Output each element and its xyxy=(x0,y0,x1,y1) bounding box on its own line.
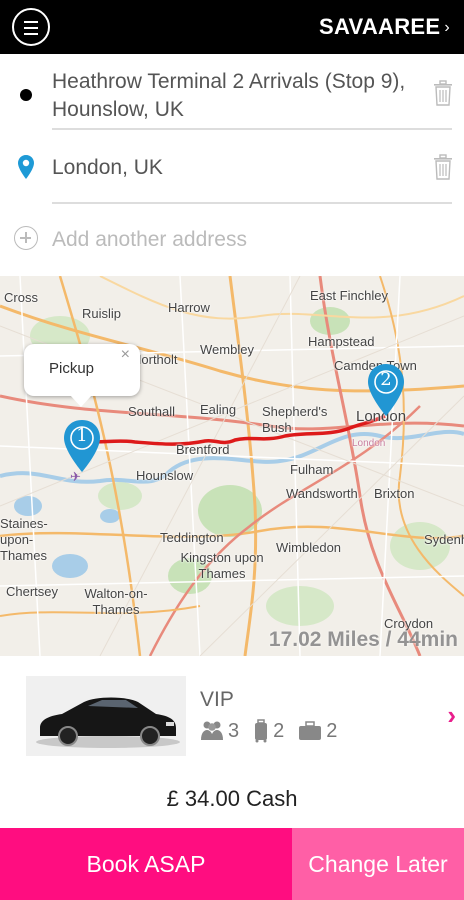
map-label: Staines-upon-Thames xyxy=(0,516,48,563)
pickup-popup: Pickup × xyxy=(24,344,140,407)
fare-price: £ 34.00 Cash xyxy=(166,786,298,811)
address-panel: Heathrow Terminal 2 Arrivals (Stop 9), H… xyxy=(0,54,464,276)
map-label: Wandsworth xyxy=(286,486,358,501)
change-later-button[interactable]: Change Later xyxy=(292,828,464,900)
map-label: Chertsey xyxy=(6,584,59,599)
close-icon[interactable]: × xyxy=(121,346,130,364)
map-label: Hounslow xyxy=(136,468,194,483)
brand-title: SAVAAREE xyxy=(318,14,441,39)
divider xyxy=(52,202,452,204)
passengers-icon xyxy=(201,721,223,740)
map-label: Ealing xyxy=(200,402,237,417)
delete-pickup-icon[interactable] xyxy=(432,80,454,106)
map-label: Teddington xyxy=(160,530,224,545)
book-asap-button[interactable]: Book ASAP xyxy=(0,828,292,900)
marker-number: 2 xyxy=(380,369,392,390)
map-label: Walton-on-Thames xyxy=(84,586,148,617)
map-label: Hampstead xyxy=(308,334,375,349)
vehicle-type: VIP xyxy=(200,688,234,711)
map-label: Southall xyxy=(128,404,175,419)
dropoff-address[interactable]: London, UK xyxy=(52,154,422,182)
add-circle-icon[interactable] xyxy=(14,226,38,250)
map-label: Shepherd's Bush xyxy=(262,404,328,435)
passengers-count: 3 xyxy=(228,719,240,742)
map-label: Ruislip xyxy=(82,306,122,321)
vehicle-capacity: 3 2 2 xyxy=(200,718,351,744)
distance-readout: 17.02 Miles / 44min xyxy=(268,628,458,651)
add-address-placeholder[interactable]: Add another address xyxy=(52,228,247,252)
map-label: Kingston upon Thames xyxy=(180,550,264,581)
chevron-right-icon[interactable]: › xyxy=(447,700,456,731)
location-pin-icon xyxy=(18,155,34,179)
top-bar: SAVAAREE › xyxy=(0,0,464,54)
brand-link[interactable]: SAVAAREE › xyxy=(319,14,450,40)
vehicle-option[interactable]: VIP 3 2 2 › xyxy=(0,656,464,768)
map-label: Wimbledon xyxy=(276,540,342,555)
map-view[interactable]: ✈ Cross Ruislip Harrow East Finchley Wem… xyxy=(0,276,464,656)
map-label: East Finchley xyxy=(310,288,389,303)
pickup-dot-icon xyxy=(20,89,32,101)
dropoff-marker[interactable]: 2 xyxy=(366,362,406,418)
delete-dropoff-icon[interactable] xyxy=(432,154,454,180)
map-label: Cross xyxy=(4,290,38,305)
chevron-right-icon: › xyxy=(444,19,450,36)
map-label: Brentford xyxy=(176,442,230,457)
briefcase-icon xyxy=(299,721,322,740)
luggage-count: 2 xyxy=(273,719,285,742)
hand-luggage-count: 2 xyxy=(326,719,338,742)
map-label: Wembley xyxy=(200,342,254,357)
map-label: Fulham xyxy=(290,462,334,477)
map-label: Sydenh xyxy=(424,532,464,547)
map-label: Harrow xyxy=(168,300,210,315)
pickup-marker[interactable]: 1 xyxy=(62,418,102,474)
map-label: London xyxy=(352,438,386,449)
car-image xyxy=(26,676,186,756)
hamburger-menu-icon[interactable] xyxy=(12,8,50,46)
luggage-icon xyxy=(255,719,268,743)
pickup-address[interactable]: Heathrow Terminal 2 Arrivals (Stop 9), H… xyxy=(52,68,422,124)
marker-number: 1 xyxy=(76,425,88,446)
map-label: Brixton xyxy=(374,486,415,501)
divider xyxy=(52,128,452,130)
popup-label: Pickup xyxy=(49,360,95,377)
